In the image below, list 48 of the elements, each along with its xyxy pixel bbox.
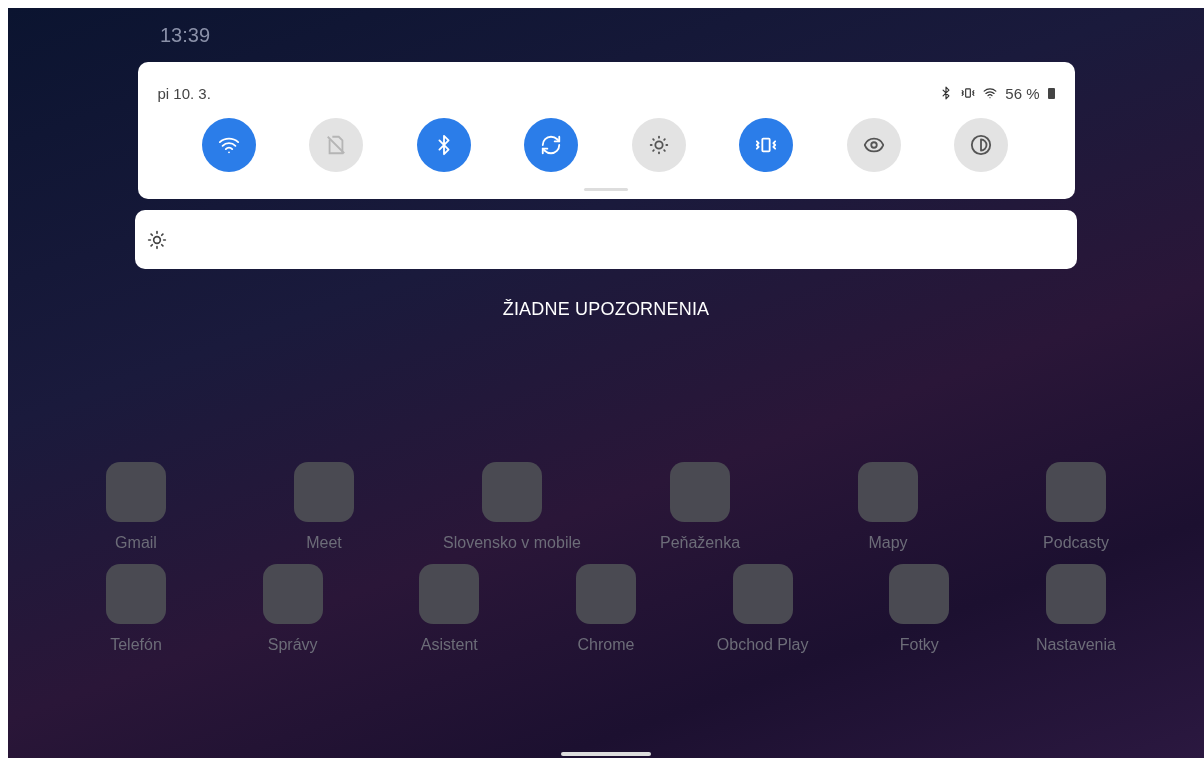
app-icon[interactable] xyxy=(106,564,166,624)
app-icon[interactable] xyxy=(262,564,323,624)
brightness-icon xyxy=(647,134,670,156)
app-label: Podcasty xyxy=(1043,534,1109,552)
app-icon[interactable] xyxy=(294,462,354,522)
app-label: Peňaženka xyxy=(659,534,741,552)
app-icon[interactable] xyxy=(732,564,793,624)
app-icon[interactable] xyxy=(858,462,918,522)
app-label: Nastavenia xyxy=(1035,636,1116,654)
rotate-tile[interactable] xyxy=(524,118,579,172)
wifi-icon xyxy=(983,86,998,100)
app-label: Gmail xyxy=(115,534,157,552)
app-icon[interactable] xyxy=(1046,462,1106,522)
app-label: Obchod Play xyxy=(716,636,809,654)
clock-time: 13:39 xyxy=(160,24,211,48)
wifi-tile[interactable] xyxy=(201,118,256,172)
app-label: Fotky xyxy=(899,636,939,654)
app-label: Asistent xyxy=(420,636,478,654)
brightness-slider[interactable] xyxy=(135,210,1077,269)
drag-handle[interactable] xyxy=(584,188,628,191)
app-label: Meet xyxy=(306,534,342,552)
brightness-icon xyxy=(147,229,167,250)
app-icon[interactable] xyxy=(889,564,950,624)
contrast-tile[interactable] xyxy=(954,118,1009,172)
app-icon[interactable] xyxy=(106,462,166,522)
app-label: Mapy xyxy=(868,534,908,552)
battery-icon xyxy=(1047,87,1055,99)
app-icon[interactable] xyxy=(670,462,730,522)
date-text: pi 10. 3. xyxy=(157,84,211,102)
brightness-tile[interactable] xyxy=(631,118,686,172)
rotate-icon xyxy=(540,134,563,156)
app-label: Správy xyxy=(267,636,318,654)
home-indicator[interactable] xyxy=(561,752,651,756)
app-icon[interactable] xyxy=(1045,564,1106,624)
app-label: Chrome xyxy=(577,636,635,654)
eye-tile[interactable] xyxy=(846,118,901,172)
app-label: Telefón xyxy=(110,636,162,654)
contrast-icon xyxy=(970,134,993,156)
sim-off-icon xyxy=(325,134,348,156)
no-notifications-text: ŽIADNE UPOZORNENIA xyxy=(502,299,710,320)
app-icon[interactable] xyxy=(575,564,636,624)
vibrate-tile[interactable] xyxy=(739,118,794,172)
app-icon[interactable] xyxy=(482,462,542,522)
app-icon[interactable] xyxy=(419,564,480,624)
app-label: Slovensko v mobile xyxy=(443,534,581,552)
bluetooth-tile[interactable] xyxy=(416,118,471,172)
vibrate-icon xyxy=(961,86,976,100)
battery-percent: 56 % xyxy=(1005,84,1040,102)
